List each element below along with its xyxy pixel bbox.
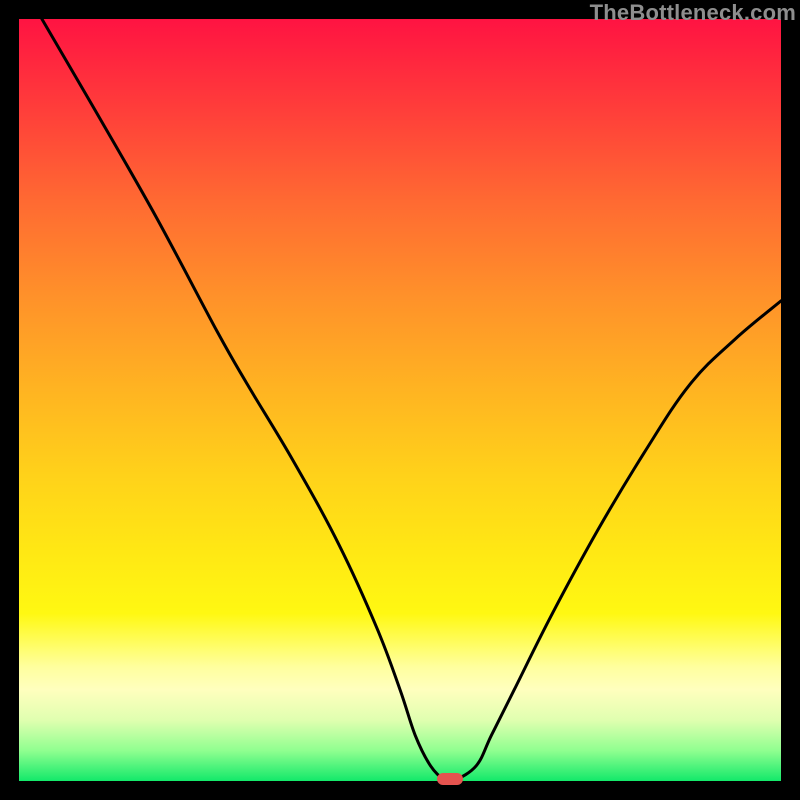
bottleneck-curve [42, 19, 781, 783]
optimal-point-marker [437, 773, 463, 785]
chart-frame: TheBottleneck.com [0, 0, 800, 800]
watermark-text: TheBottleneck.com [590, 0, 796, 26]
plot-area [19, 19, 781, 781]
curve-layer [19, 19, 781, 781]
